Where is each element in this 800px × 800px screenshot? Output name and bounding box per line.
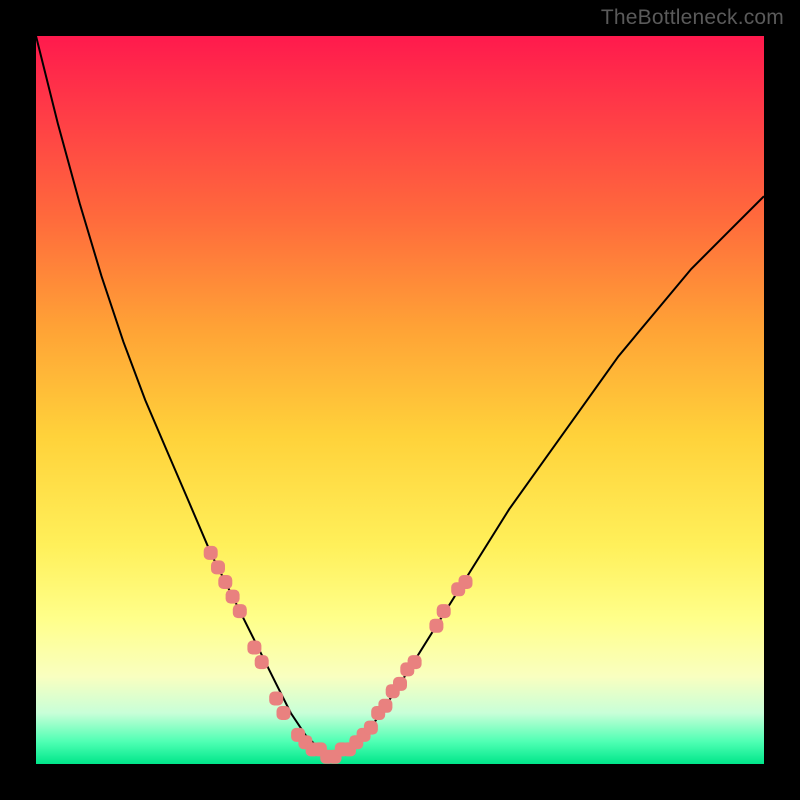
data-marker [211,560,225,574]
data-marker [233,604,247,618]
data-marker [277,706,291,720]
chart-svg [36,36,764,764]
watermark-label: TheBottleneck.com [601,6,784,30]
data-marker [218,575,232,589]
data-marker [437,604,451,618]
data-marker [378,699,392,713]
data-marker [408,655,422,669]
curve-line [36,36,764,757]
data-marker [429,619,443,633]
data-marker [459,575,473,589]
data-marker [269,692,283,706]
plot-area [36,36,764,764]
curve-path [36,36,764,757]
chart-frame: TheBottleneck.com [0,0,800,800]
data-marker [226,590,240,604]
data-marker [255,655,269,669]
data-marker [393,677,407,691]
data-marker [247,641,261,655]
marker-group [204,546,473,764]
data-marker [204,546,218,560]
data-marker [364,721,378,735]
